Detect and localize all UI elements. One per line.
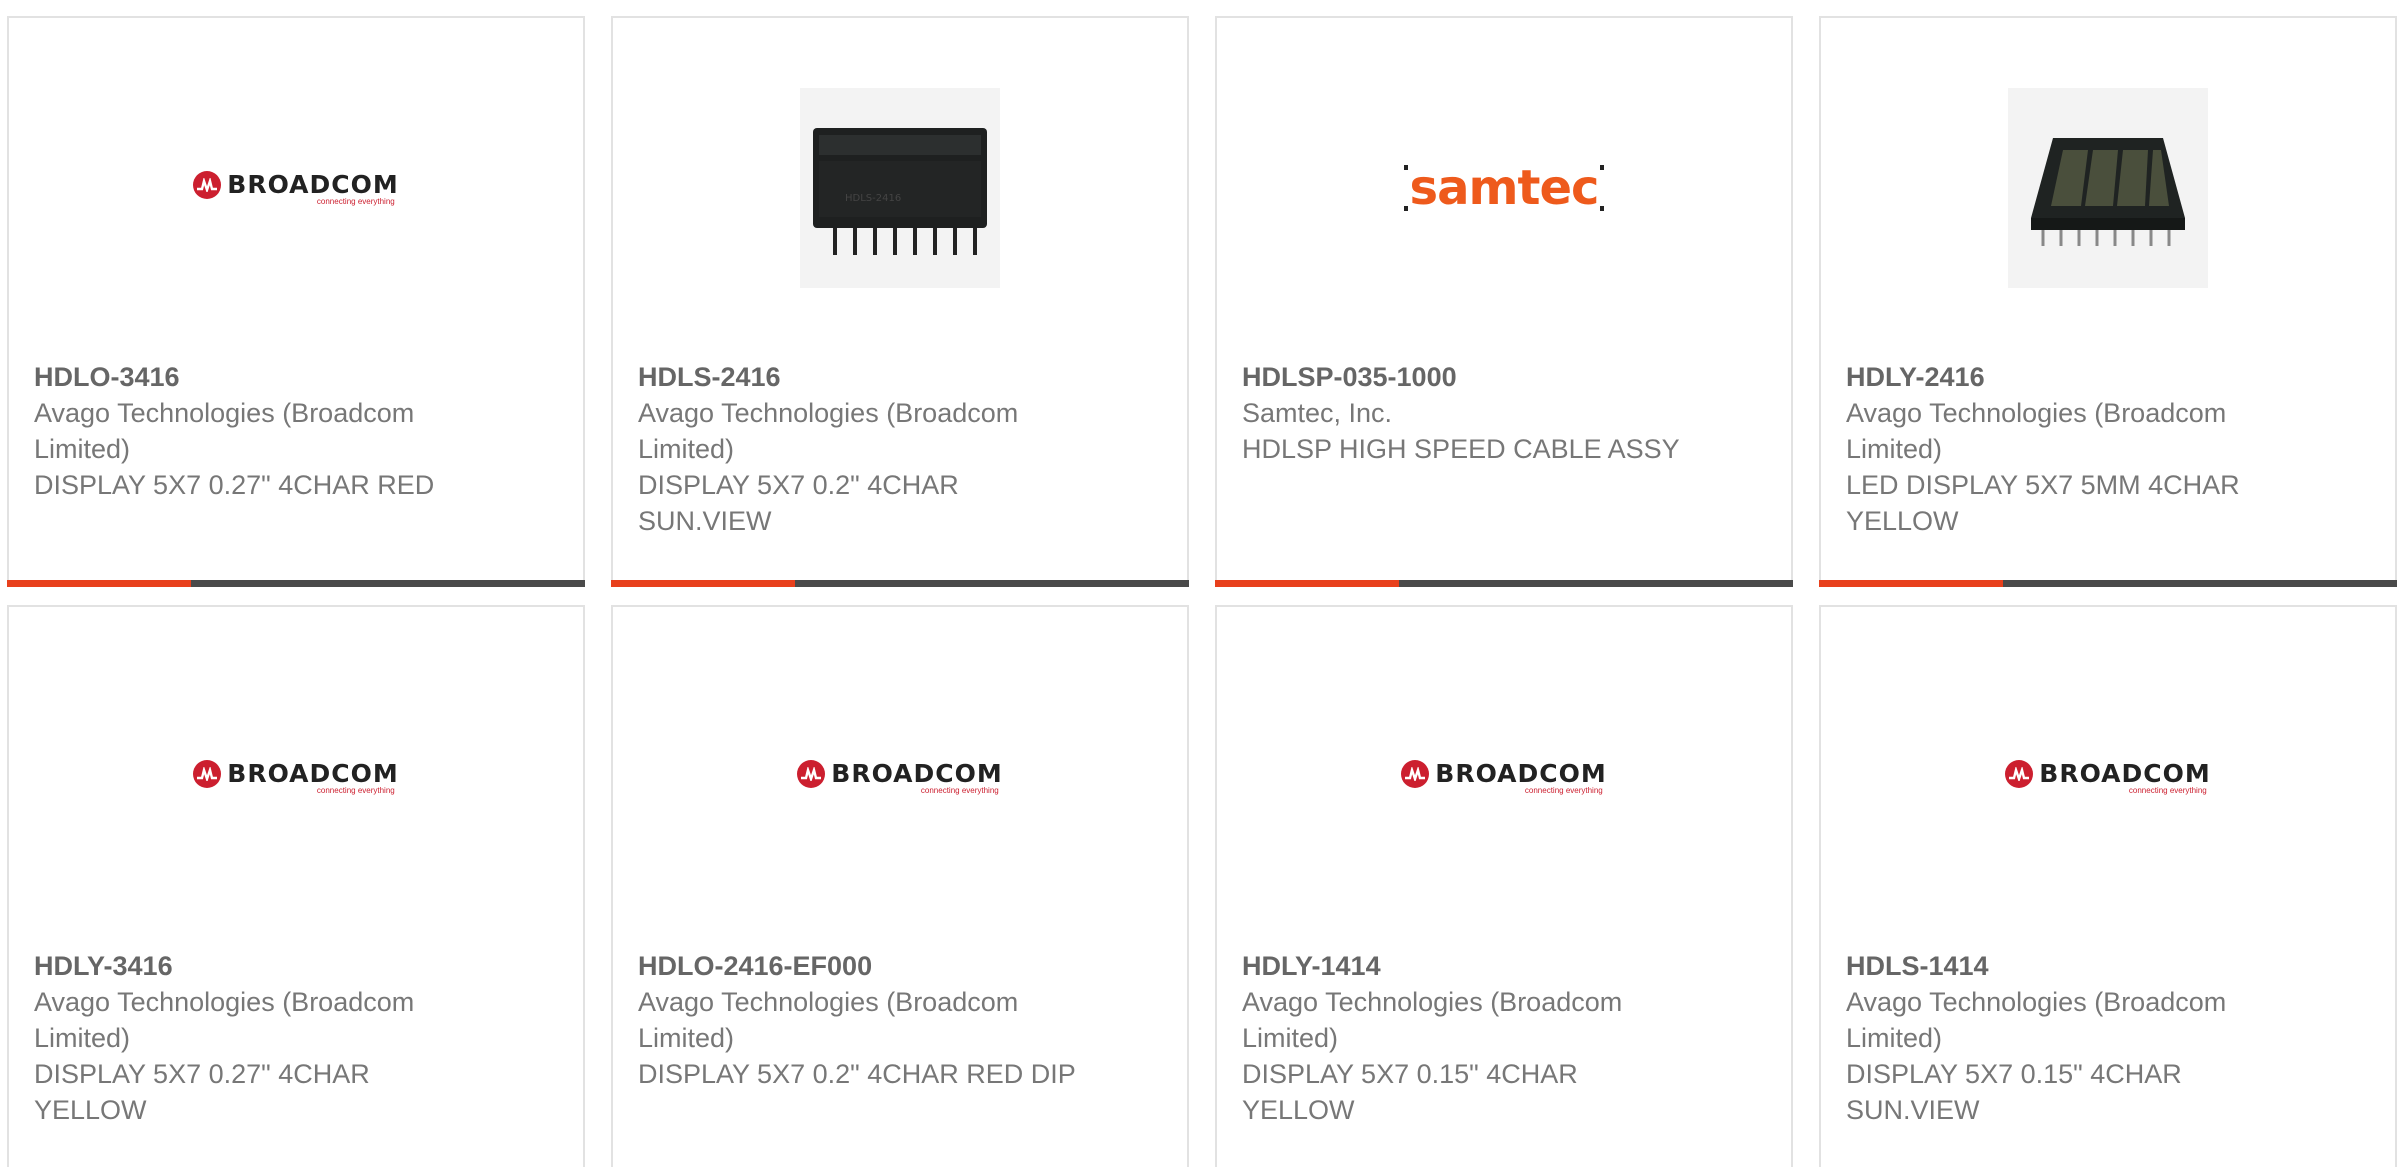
product-card[interactable]: samtec HDLSP-035-1000 Samtec, Inc. HDLSP… <box>1215 16 1793 587</box>
part-number[interactable]: HDLO-3416 <box>34 359 474 395</box>
broadcom-mark-icon <box>797 759 826 788</box>
card-bottom-bar <box>7 580 585 587</box>
part-number[interactable]: HDLSP-035-1000 <box>1242 359 1682 395</box>
description: DISPLAY 5X7 0.27" 4CHAR YELLOW <box>34 1059 370 1125</box>
part-number[interactable]: HDLO-2416-EF000 <box>638 948 1078 984</box>
part-number[interactable]: HDLY-1414 <box>1242 948 1682 984</box>
manufacturer: Avago Technologies (Broadcom Limited) <box>638 398 1019 464</box>
broadcom-logo: BROADCOM connecting everything <box>193 759 398 795</box>
card-bottom-bar <box>1215 580 1793 587</box>
card-bottom-bar <box>611 580 1189 587</box>
broadcom-logo: BROADCOM connecting everything <box>1401 759 1606 795</box>
product-image[interactable]: BROADCOM connecting everything <box>1821 675 2395 879</box>
product-card[interactable]: BROADCOM connecting everything HDLY-1414… <box>1215 605 1793 1167</box>
product-card[interactable]: BROADCOM connecting everything HDLS-1414… <box>1819 605 2397 1167</box>
manufacturer: Avago Technologies (Broadcom Limited) <box>1846 398 2227 464</box>
product-image[interactable]: BROADCOM connecting everything <box>1217 675 1791 879</box>
product-image[interactable]: samtec <box>1217 86 1791 290</box>
product-image[interactable]: BROADCOM connecting everything <box>9 675 583 879</box>
description: DISPLAY 5X7 0.15" 4CHAR SUN.VIEW <box>1846 1059 2182 1125</box>
manufacturer: Samtec, Inc. <box>1242 398 1393 428</box>
description: LED DISPLAY 5X7 5MM 4CHAR YELLOW <box>1846 470 2240 536</box>
manufacturer: Avago Technologies (Broadcom Limited) <box>34 987 415 1053</box>
part-number[interactable]: HDLS-1414 <box>1846 948 2286 984</box>
product-card[interactable]: BROADCOM connecting everything HDLY-3416… <box>7 605 585 1167</box>
broadcom-mark-icon <box>2005 759 2034 788</box>
product-grid: BROADCOM connecting everything HDLO-3416… <box>0 0 2400 1167</box>
product-card[interactable]: HDLS-2416 HDLS-2416 Avago Technologies (… <box>611 16 1189 587</box>
samtec-logo: samtec <box>1404 159 1604 217</box>
display-module-photo: HDLS-2416 <box>800 88 1000 288</box>
part-number[interactable]: HDLY-2416 <box>1846 359 2286 395</box>
product-card[interactable]: BROADCOM connecting everything HDLO-3416… <box>7 16 585 587</box>
product-image[interactable]: HDLS-2416 <box>613 86 1187 290</box>
manufacturer: Avago Technologies (Broadcom Limited) <box>34 398 415 464</box>
broadcom-mark-icon <box>193 759 222 788</box>
broadcom-logo: BROADCOM connecting everything <box>2005 759 2210 795</box>
svg-text:HDLS-2416: HDLS-2416 <box>845 193 901 204</box>
dip-display-photo <box>2008 88 2208 288</box>
product-image[interactable] <box>1821 86 2395 290</box>
broadcom-logo: BROADCOM connecting everything <box>797 759 1002 795</box>
broadcom-mark-icon <box>193 170 222 199</box>
product-image[interactable]: BROADCOM connecting everything <box>9 86 583 290</box>
part-number[interactable]: HDLY-3416 <box>34 948 474 984</box>
product-image[interactable]: BROADCOM connecting everything <box>613 675 1187 879</box>
manufacturer: Avago Technologies (Broadcom Limited) <box>1242 987 1623 1053</box>
part-number[interactable]: HDLS-2416 <box>638 359 1078 395</box>
manufacturer: Avago Technologies (Broadcom Limited) <box>1846 987 2227 1053</box>
product-card[interactable]: HDLY-2416 Avago Technologies (Broadcom L… <box>1819 16 2397 587</box>
description: DISPLAY 5X7 0.27" 4CHAR RED <box>34 470 435 500</box>
description: HDLSP HIGH SPEED CABLE ASSY <box>1242 434 1680 464</box>
broadcom-logo: BROADCOM connecting everything <box>193 170 398 206</box>
description: DISPLAY 5X7 0.2" 4CHAR RED DIP <box>638 1059 1076 1089</box>
description: DISPLAY 5X7 0.2" 4CHAR SUN.VIEW <box>638 470 959 536</box>
manufacturer: Avago Technologies (Broadcom Limited) <box>638 987 1019 1053</box>
description: DISPLAY 5X7 0.15" 4CHAR YELLOW <box>1242 1059 1578 1125</box>
product-card[interactable]: BROADCOM connecting everything HDLO-2416… <box>611 605 1189 1167</box>
card-bottom-bar <box>1819 580 2397 587</box>
broadcom-mark-icon <box>1401 759 1430 788</box>
